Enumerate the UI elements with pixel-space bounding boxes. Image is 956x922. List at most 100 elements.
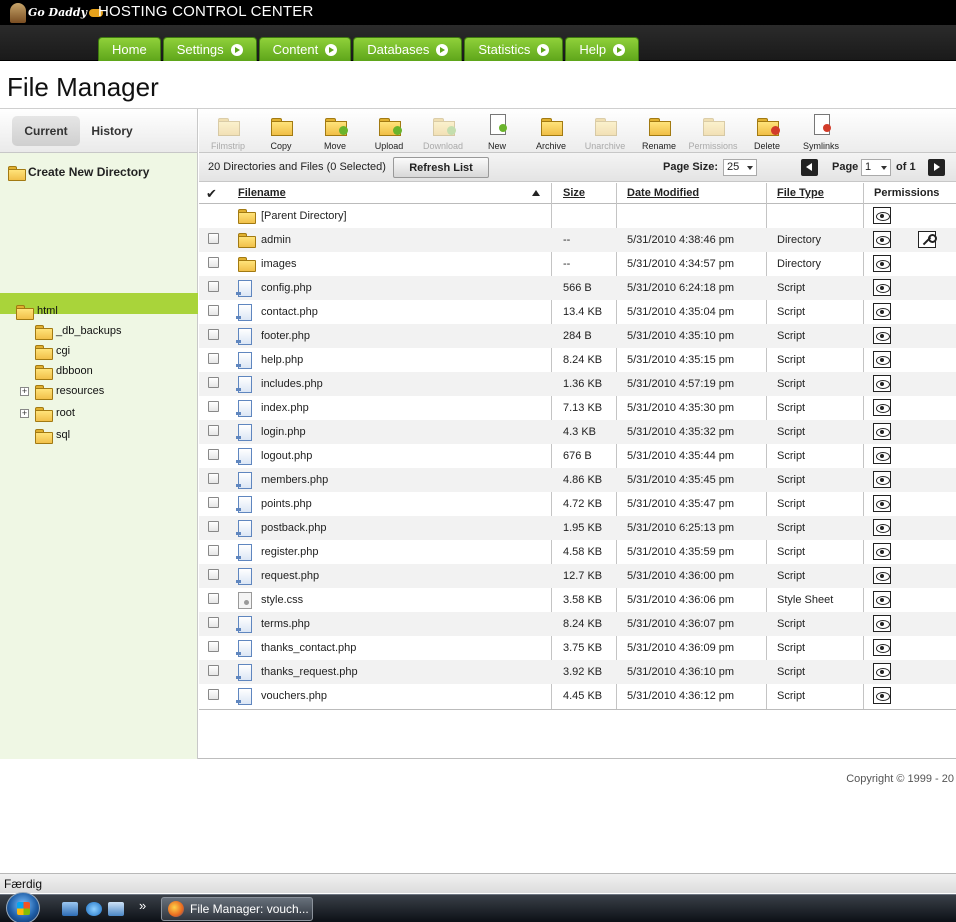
tree-item-html[interactable]: html (16, 301, 58, 321)
view-eye-icon[interactable] (873, 207, 891, 224)
table-row[interactable]: contact.php 13.4 KB 5/31/2010 4:35:04 pm Sc… (199, 300, 956, 324)
tree-item-dbboon[interactable]: dbboon (35, 361, 93, 381)
table-row[interactable]: includes.php 1.36 KB 5/31/2010 4:57:19 pm S… (199, 372, 956, 396)
table-row[interactable]: terms.php 8.24 KB 5/31/2010 4:36:07 pm Scri… (199, 612, 956, 636)
toolbar-new-button[interactable]: New (470, 113, 524, 151)
table-row[interactable]: postback.php 1.95 KB 5/31/2010 6:25:13 pm S… (199, 516, 956, 540)
view-eye-icon[interactable] (873, 231, 891, 248)
row-checkbox[interactable] (208, 521, 219, 532)
view-eye-icon[interactable] (873, 615, 891, 632)
toolbar-filmstrip-button[interactable]: Filmstrip (201, 113, 255, 151)
row-checkbox[interactable] (208, 425, 219, 436)
toolbar-move-button[interactable]: Move (308, 113, 362, 151)
toolbar-download-button[interactable]: Download (416, 113, 470, 151)
next-page-button[interactable] (928, 159, 945, 176)
view-eye-icon[interactable] (873, 447, 891, 464)
expand-plus-icon[interactable]: + (20, 387, 29, 396)
table-row[interactable]: request.php 12.7 KB 5/31/2010 4:36:00 pm Sc… (199, 564, 956, 588)
tree-item-root[interactable]: root (35, 403, 75, 423)
row-checkbox[interactable] (208, 377, 219, 388)
table-row[interactable]: members.php 4.86 KB 5/31/2010 4:35:45 pm Sc… (199, 468, 956, 492)
table-row[interactable]: register.php 4.58 KB 5/31/2010 4:35:59 pm S… (199, 540, 956, 564)
table-row[interactable]: thanks_request.php 3.92 KB 5/31/2010 4:36:… (199, 660, 956, 684)
tree-item-cgi[interactable]: cgi (35, 341, 70, 361)
refresh-list-button[interactable]: Refresh List (393, 157, 489, 178)
view-eye-icon[interactable] (873, 687, 891, 704)
view-eye-icon[interactable] (873, 375, 891, 392)
table-row[interactable]: index.php 7.13 KB 5/31/2010 4:35:30 pm Scri… (199, 396, 956, 420)
start-button[interactable] (6, 892, 40, 922)
row-checkbox[interactable] (208, 281, 219, 292)
row-checkbox[interactable] (208, 449, 219, 460)
row-checkbox[interactable] (208, 497, 219, 508)
nav-tab-help[interactable]: Help (565, 37, 640, 61)
toolbar-upload-button[interactable]: Upload (362, 113, 416, 151)
row-checkbox[interactable] (208, 545, 219, 556)
page-size-select[interactable]: 25 (723, 159, 757, 176)
view-eye-icon[interactable] (873, 255, 891, 272)
toolbar-copy-button[interactable]: Copy (254, 113, 308, 151)
row-checkbox[interactable] (208, 665, 219, 676)
switch-windows-icon[interactable] (108, 902, 124, 916)
select-all-check-icon[interactable]: ✔ (206, 186, 217, 202)
view-eye-icon[interactable] (873, 423, 891, 440)
view-eye-icon[interactable] (873, 519, 891, 536)
row-checkbox[interactable] (208, 569, 219, 580)
taskbar-window-button[interactable]: File Manager: vouch... (161, 897, 313, 921)
tab-current[interactable]: Current (12, 116, 80, 146)
nav-tab-content[interactable]: Content (258, 37, 352, 61)
table-row[interactable]: images -- 5/31/2010 4:34:57 pm Directory (199, 252, 956, 276)
row-checkbox[interactable] (208, 353, 219, 364)
tree-item-sql[interactable]: sql (35, 425, 70, 445)
view-eye-icon[interactable] (873, 399, 891, 416)
row-checkbox[interactable] (208, 689, 219, 700)
view-eye-icon[interactable] (873, 279, 891, 296)
row-checkbox[interactable] (208, 329, 219, 340)
column-size[interactable]: Size (563, 187, 585, 199)
row-checkbox[interactable] (208, 593, 219, 604)
expand-plus-icon[interactable]: + (20, 409, 29, 418)
quick-launch-overflow[interactable]: » (139, 898, 146, 913)
view-eye-icon[interactable] (873, 327, 891, 344)
view-eye-icon[interactable] (873, 471, 891, 488)
parent-directory-row[interactable]: [Parent Directory] (199, 204, 956, 228)
view-eye-icon[interactable] (873, 639, 891, 656)
toolbar-permissions-button[interactable]: Permissions (686, 113, 740, 151)
toolbar-rename-button[interactable]: Rename (632, 113, 686, 151)
view-eye-icon[interactable] (873, 567, 891, 584)
view-eye-icon[interactable] (873, 351, 891, 368)
row-checkbox[interactable] (208, 473, 219, 484)
nav-tab-statistics[interactable]: Statistics (464, 37, 564, 61)
tree-item-dbbackups[interactable]: _db_backups (35, 321, 121, 341)
internet-explorer-icon[interactable] (86, 902, 102, 916)
table-row[interactable]: config.php 566 B 5/31/2010 6:24:18 pm Scrip… (199, 276, 956, 300)
permissions-key-icon[interactable] (918, 231, 937, 248)
table-row[interactable]: style.css 3.58 KB 5/31/2010 4:36:06 pm Styl… (199, 588, 956, 612)
table-row[interactable]: help.php 8.24 KB 5/31/2010 4:35:15 pm Scrip… (199, 348, 956, 372)
table-row[interactable]: admin -- 5/31/2010 4:38:46 pm Directory (199, 228, 956, 252)
view-eye-icon[interactable] (873, 303, 891, 320)
row-checkbox[interactable] (208, 641, 219, 652)
view-eye-icon[interactable] (873, 663, 891, 680)
table-row[interactable]: logout.php 676 B 5/31/2010 4:35:44 pm Scrip… (199, 444, 956, 468)
row-checkbox[interactable] (208, 305, 219, 316)
toolbar-archive-button[interactable]: Archive (524, 113, 578, 151)
file-name[interactable]: [Parent Directory] (261, 210, 347, 222)
view-eye-icon[interactable] (873, 543, 891, 560)
view-eye-icon[interactable] (873, 591, 891, 608)
toolbar-delete-button[interactable]: Delete (740, 113, 794, 151)
column-filename[interactable]: Filename (238, 187, 286, 199)
tab-history[interactable]: History (84, 116, 140, 146)
toolbar-symlinks-button[interactable]: Symlinks (794, 113, 848, 151)
table-row[interactable]: thanks_contact.php 3.75 KB 5/31/2010 4:36:… (199, 636, 956, 660)
row-checkbox[interactable] (208, 257, 219, 268)
previous-page-button[interactable] (801, 159, 818, 176)
page-select[interactable]: 1 (861, 159, 891, 176)
table-row[interactable]: vouchers.php 4.45 KB 5/31/2010 4:36:12 pm S… (199, 684, 956, 708)
nav-tab-databases[interactable]: Databases (353, 37, 463, 61)
toolbar-unarchive-button[interactable]: Unarchive (578, 113, 632, 151)
nav-tab-settings[interactable]: Settings (162, 37, 257, 61)
show-desktop-icon[interactable] (62, 902, 78, 916)
row-checkbox[interactable] (208, 401, 219, 412)
row-checkbox[interactable] (208, 233, 219, 244)
